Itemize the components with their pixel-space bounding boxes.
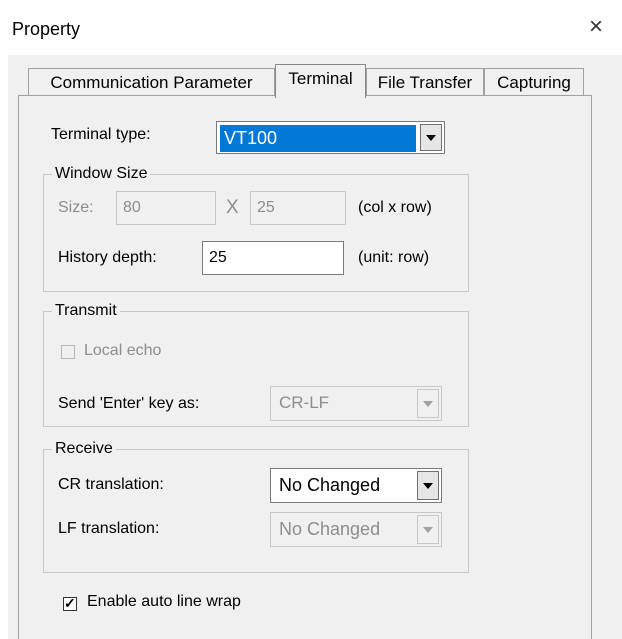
- history-unit-label: (unit: row): [358, 249, 430, 266]
- window-title: Property: [12, 19, 81, 39]
- auto-wrap-label: Enable auto line wrap: [87, 593, 241, 610]
- terminal-type-value: VT100: [220, 125, 416, 152]
- size-separator: X: [226, 197, 239, 218]
- history-depth-label: History depth:: [58, 249, 157, 266]
- tab-file-transfer[interactable]: File Transfer: [366, 68, 484, 96]
- terminal-type-select[interactable]: VT100: [216, 121, 445, 154]
- cr-translation-select[interactable]: No Changed: [270, 468, 442, 503]
- send-enter-dropdown-button[interactable]: [417, 389, 439, 418]
- lf-translation-label: LF translation:: [58, 520, 160, 537]
- send-enter-label: Send 'Enter' key as:: [58, 395, 200, 412]
- chevron-down-icon: [426, 134, 436, 141]
- size-label: Size:: [58, 199, 94, 216]
- tab-communication-parameter[interactable]: Communication Parameter: [28, 68, 275, 96]
- size-cols-input[interactable]: 80: [116, 191, 216, 225]
- receive-group: Receive CR translation: No Changed LF tr…: [43, 439, 469, 573]
- cr-translation-dropdown-button[interactable]: [417, 471, 439, 500]
- dialog-body: Communication Parameter Terminal File Tr…: [8, 55, 622, 639]
- size-unit-label: (col x row): [358, 199, 432, 216]
- window-frame: [0, 55, 8, 639]
- cr-translation-value: No Changed: [279, 475, 381, 495]
- size-rows-input[interactable]: 25: [250, 191, 346, 225]
- terminal-tab-panel: Terminal type: VT100 Window Size Size: 8…: [18, 95, 592, 639]
- local-echo-checkbox[interactable]: [61, 345, 75, 359]
- window-size-group: Window Size Size: 80 X 25 (col x row) Hi…: [43, 164, 469, 292]
- transmit-legend: Transmit: [52, 301, 120, 321]
- checkmark-icon: ✓: [64, 595, 76, 611]
- local-echo-label: Local echo: [84, 342, 162, 359]
- terminal-type-dropdown-button[interactable]: [420, 124, 442, 151]
- lf-translation-dropdown-button[interactable]: [417, 515, 439, 544]
- lf-translation-select[interactable]: No Changed: [270, 512, 442, 547]
- lf-translation-value: No Changed: [279, 519, 381, 539]
- close-icon[interactable]: ×: [582, 13, 610, 41]
- tab-capturing[interactable]: Capturing: [484, 68, 584, 96]
- chevron-down-icon: [423, 526, 433, 533]
- chevron-down-icon: [423, 482, 433, 489]
- chevron-down-icon: [423, 400, 433, 407]
- transmit-group: Transmit Local echo Send 'Enter' key as:…: [43, 301, 469, 427]
- send-enter-value: CR-LF: [279, 393, 330, 412]
- tab-terminal[interactable]: Terminal: [275, 64, 366, 98]
- send-enter-select[interactable]: CR-LF: [270, 386, 442, 421]
- title-bar: Property ×: [0, 0, 622, 55]
- auto-wrap-checkbox[interactable]: ✓: [63, 595, 77, 611]
- window-size-legend: Window Size: [52, 164, 151, 184]
- terminal-type-label: Terminal type:: [51, 126, 151, 143]
- cr-translation-label: CR translation:: [58, 476, 164, 493]
- history-depth-input[interactable]: 25: [202, 241, 344, 275]
- receive-legend: Receive: [52, 439, 116, 459]
